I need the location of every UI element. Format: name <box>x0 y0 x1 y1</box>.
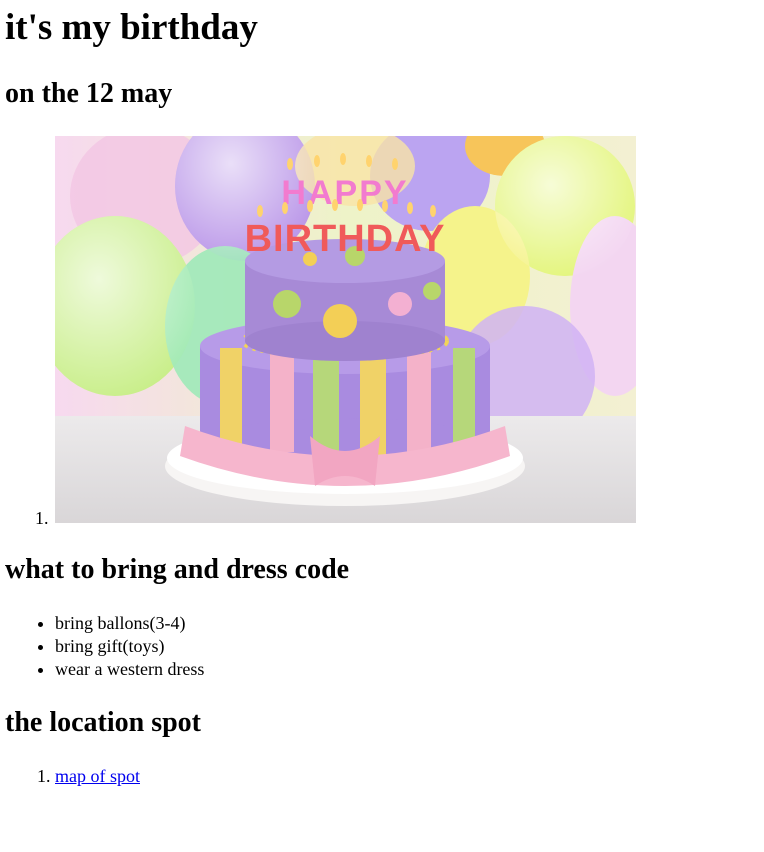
list-item: wear a western dress <box>55 658 204 681</box>
list-marker: 1. <box>35 508 49 528</box>
birthday-cake-image: HAPPY BIRTHDAY <box>55 136 636 523</box>
bring-heading: what to bring and dress code <box>5 554 350 585</box>
page-title: it's my birthday <box>5 7 258 48</box>
svg-text:HAPPY: HAPPY <box>281 174 408 212</box>
date-heading: on the 12 may <box>5 78 173 109</box>
bring-list: bring ballons(3-4) bring gift(toys) wear… <box>55 612 204 681</box>
map-link[interactable]: map of spot <box>55 766 140 786</box>
location-list: map of spot <box>55 765 140 788</box>
list-item: bring ballons(3-4) <box>55 612 204 635</box>
list-item: bring gift(toys) <box>55 635 204 658</box>
svg-text:BIRTHDAY: BIRTHDAY <box>245 218 446 260</box>
list-item: map of spot <box>55 765 140 788</box>
location-heading: the location spot <box>5 707 201 738</box>
